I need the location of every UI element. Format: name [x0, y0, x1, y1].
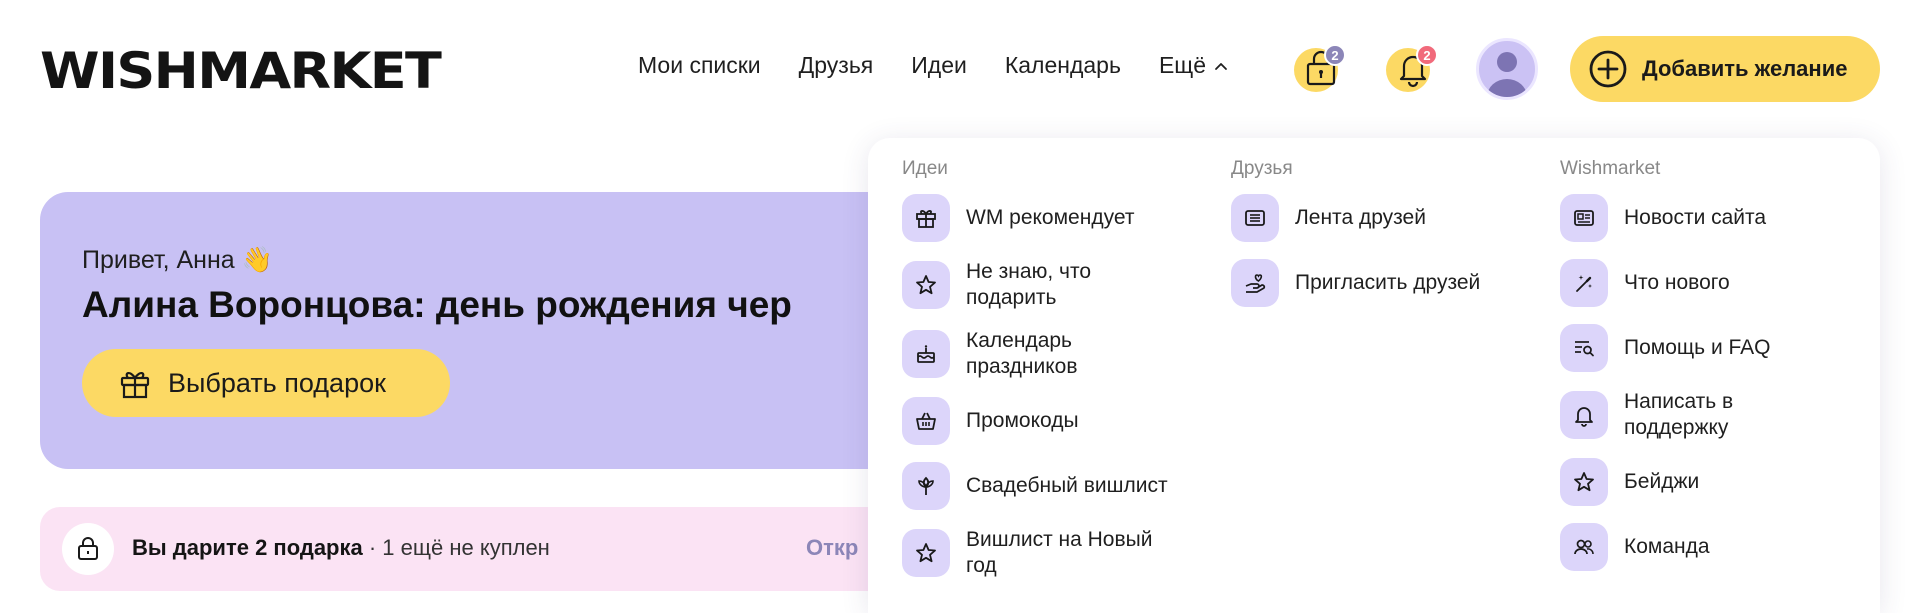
menu-label: Не знаю, что подарить [966, 260, 1092, 309]
menu-site-news[interactable]: Новости сайта [1526, 194, 1834, 242]
menu-whats-new[interactable]: Что нового [1526, 259, 1834, 307]
gifting-status-rest: · 1 ещё не куплен [362, 535, 550, 560]
greeting-text: Привет, Анна 👋 [82, 246, 273, 274]
gift-icon [902, 194, 950, 242]
choose-gift-button[interactable]: Выбрать подарок [82, 349, 450, 417]
hand-heart-icon [1231, 259, 1279, 307]
more-dropdown-menu: Идеи WM рекомендует Не знаю, что подарит… [868, 138, 1880, 613]
wishmarket-column-title: Wishmarket [1560, 158, 1661, 179]
menu-promo-codes[interactable]: Промокоды [868, 397, 1176, 445]
menu-label: Промокоды [966, 409, 1079, 432]
menu-label: Лента друзей [1295, 206, 1426, 229]
menu-help-faq[interactable]: Помощь и FAQ [1526, 324, 1834, 372]
nav-more[interactable]: Ещё [1159, 52, 1228, 79]
menu-label: Написать в поддержку [1624, 390, 1734, 439]
lock-icon-circle [62, 523, 114, 575]
menu-wedding-wishlist[interactable]: Свадебный вишлист [868, 462, 1176, 510]
wishmarket-column: Wishmarket Новости сайта Что нового Помо… [1526, 158, 1834, 588]
menu-new-year-wishlist[interactable]: Вишлист на Новый год [868, 527, 1176, 579]
nav-more-label: Ещё [1158, 52, 1207, 78]
open-gifts-link[interactable]: Откр [806, 535, 858, 561]
my-gifts-button[interactable]: 2 [1294, 44, 1346, 92]
gift-icon [120, 372, 150, 399]
chevron-up-icon [1215, 62, 1227, 70]
star-icon [902, 261, 950, 309]
logo[interactable]: WISHMARKET [40, 42, 442, 100]
user-icon [1487, 52, 1527, 97]
notification-count-badge: 2 [1416, 44, 1438, 66]
menu-team[interactable]: Команда [1526, 523, 1834, 571]
notifications-button[interactable]: 2 [1386, 44, 1438, 92]
nav-ideas[interactable]: Идеи [911, 52, 967, 79]
menu-label: Новости сайта [1624, 206, 1767, 229]
star-icon [1560, 458, 1608, 506]
cake-icon [902, 330, 950, 378]
flower-icon [902, 462, 950, 510]
nav-friends[interactable]: Друзья [799, 52, 874, 79]
menu-friends-feed[interactable]: Лента друзей [1197, 194, 1525, 242]
magic-wand-icon [1560, 259, 1608, 307]
newspaper-icon [1231, 194, 1279, 242]
friends-column-title: Друзья [1231, 158, 1293, 179]
menu-label: Помощь и FAQ [1624, 336, 1771, 359]
ideas-column-title: Идеи [902, 158, 948, 179]
news-icon [1560, 194, 1608, 242]
menu-badges[interactable]: Бейджи [1526, 458, 1834, 506]
nav-calendar[interactable]: Календарь [1005, 52, 1121, 79]
main-nav: Мои списки Друзья Идеи Календарь Ещё [638, 52, 1228, 79]
menu-contact-support[interactable]: Написать в поддержку [1526, 389, 1834, 441]
menu-wm-recommends[interactable]: WM рекомендует [868, 194, 1176, 242]
menu-dont-know-what-to-gift[interactable]: Не знаю, что подарить [868, 259, 1176, 311]
team-icon [1560, 523, 1608, 571]
nav-my-lists[interactable]: Мои списки [638, 52, 761, 79]
menu-holiday-calendar[interactable]: Календарь праздников [868, 328, 1176, 380]
add-wish-label: Добавить желание [1642, 56, 1848, 81]
friends-column: Друзья Лента друзей Пригласить друзей [1197, 158, 1525, 324]
ideas-column: Идеи WM рекомендует Не знаю, что подарит… [868, 158, 1176, 596]
basket-icon [902, 397, 950, 445]
menu-label: Вишлист на Новый год [966, 528, 1153, 577]
plus-circle-icon [1589, 50, 1627, 88]
user-avatar[interactable] [1476, 38, 1538, 100]
add-wish-button[interactable]: Добавить желание [1570, 36, 1880, 102]
menu-label: Свадебный вишлист [966, 474, 1168, 497]
menu-label: Календарь праздников [966, 329, 1078, 378]
menu-invite-friends[interactable]: Пригласить друзей [1197, 259, 1525, 307]
menu-label: WM рекомендует [966, 206, 1135, 229]
menu-label: Бейджи [1624, 470, 1700, 493]
menu-label: Команда [1624, 535, 1710, 558]
bell-icon [1560, 391, 1608, 439]
menu-label: Пригласить друзей [1295, 271, 1481, 294]
search-list-icon [1560, 324, 1608, 372]
gifting-status-text: Вы дарите 2 подарка · 1 ещё не куплен [132, 535, 550, 561]
menu-label: Что нового [1624, 271, 1730, 294]
gifting-status-bold: Вы дарите 2 подарка [132, 535, 363, 560]
choose-gift-label: Выбрать подарок [168, 367, 386, 398]
star-icon [902, 529, 950, 577]
hero-title: Алина Воронцова: день рождения чер [82, 284, 792, 325]
gift-count-badge: 2 [1324, 44, 1346, 66]
lock-icon [78, 537, 98, 560]
